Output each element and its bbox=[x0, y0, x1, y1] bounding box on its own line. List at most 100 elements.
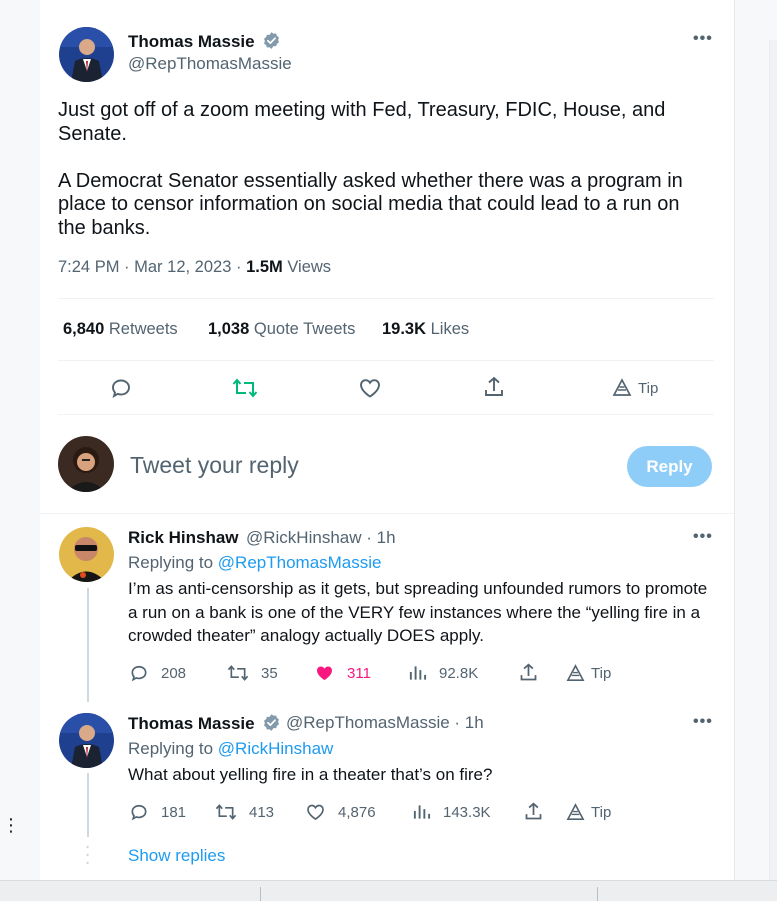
meta-separator: · bbox=[124, 258, 135, 276]
tweet-text-paragraph-2: A Democrat Senator essentially asked whe… bbox=[58, 169, 683, 239]
user-avatar-image bbox=[58, 436, 114, 492]
retweet-button[interactable] bbox=[232, 376, 258, 405]
reply-1-like-button[interactable]: 311 bbox=[314, 663, 371, 683]
views-count: 92.8K bbox=[439, 664, 479, 682]
tip-button[interactable]: Tip bbox=[612, 378, 658, 398]
reply-2-tip-button[interactable]: Tip bbox=[566, 803, 611, 822]
reply-input[interactable]: Tweet your reply bbox=[130, 452, 299, 479]
verified-badge-icon bbox=[264, 714, 280, 731]
replying-to-link[interactable]: @RepThomasMassie bbox=[218, 553, 382, 572]
share-button[interactable] bbox=[482, 375, 506, 404]
divider bbox=[58, 298, 714, 299]
heart-icon bbox=[360, 379, 380, 398]
reply-count: 181 bbox=[161, 803, 187, 821]
tip-icon bbox=[566, 664, 585, 681]
more-options-icon[interactable]: ••• bbox=[693, 30, 713, 48]
like-button[interactable] bbox=[358, 376, 382, 405]
quote-tweets-stat[interactable]: 1,038 Quote Tweets bbox=[208, 320, 355, 339]
reply-2-handle[interactable]: @RepThomasMassie · 1h bbox=[286, 713, 484, 733]
tweet-date[interactable]: Mar 12, 2023 bbox=[134, 258, 231, 276]
reply-1-tip-button[interactable]: Tip bbox=[566, 664, 611, 683]
quotes-count: 1,038 bbox=[208, 320, 250, 338]
thread-line bbox=[87, 773, 89, 837]
tweet-text-paragraph-1: Just got off of a zoom meeting with Fed,… bbox=[58, 99, 666, 145]
reply-icon bbox=[131, 665, 147, 682]
likes-stat[interactable]: 19.3K Likes bbox=[382, 320, 469, 339]
user-avatar[interactable] bbox=[58, 436, 114, 492]
share-icon bbox=[520, 663, 537, 681]
reply-2-name[interactable]: Thomas Massie bbox=[128, 713, 281, 734]
reply-2-avatar[interactable] bbox=[59, 713, 114, 768]
author-handle[interactable]: @RepThomasMassie bbox=[128, 54, 292, 74]
reply-1-name[interactable]: Rick Hinshaw bbox=[128, 528, 239, 548]
tip-label: Tip bbox=[591, 665, 612, 682]
reply-1-avatar[interactable] bbox=[59, 527, 114, 582]
quotes-label: Quote Tweets bbox=[253, 320, 356, 338]
avatar-image bbox=[59, 27, 114, 82]
reply-2-like-button[interactable]: 4,876 bbox=[305, 802, 376, 822]
views-icon bbox=[413, 805, 431, 819]
reply-icon bbox=[112, 379, 130, 398]
right-sidebar-edge bbox=[769, 40, 777, 880]
retweet-count: 413 bbox=[249, 803, 275, 821]
reply-1-share-button[interactable] bbox=[518, 662, 539, 683]
share-icon bbox=[485, 376, 503, 396]
verified-badge-icon bbox=[264, 32, 280, 49]
author-name-text[interactable]: Thomas Massie bbox=[128, 32, 255, 51]
author-avatar[interactable] bbox=[59, 27, 114, 82]
thread-dots bbox=[86, 845, 89, 865]
reply-2-views-button[interactable]: 143.3K bbox=[412, 802, 491, 822]
retweet-icon bbox=[215, 804, 237, 820]
author-name[interactable]: Thomas Massie bbox=[128, 31, 281, 52]
more-dots-icon[interactable]: ⋮ bbox=[2, 816, 21, 834]
meta-separator: · bbox=[235, 258, 247, 276]
reply-2-replying-to: Replying to @RickHinshaw bbox=[128, 739, 333, 759]
reply-2-avatar-image bbox=[59, 713, 114, 768]
reply-2-more-icon[interactable]: ••• bbox=[693, 713, 713, 731]
reply-1-more-icon[interactable]: ••• bbox=[693, 528, 713, 546]
replying-prefix: Replying to bbox=[128, 553, 214, 572]
reply-2-reply-button[interactable]: 181 bbox=[129, 802, 186, 822]
reply-submit-button[interactable]: Reply bbox=[627, 446, 712, 487]
reply-2-retweet-button[interactable]: 413 bbox=[215, 802, 274, 822]
reply-1-handle[interactable]: @RickHinshaw · 1h bbox=[246, 528, 396, 548]
tweet-time[interactable]: 7:24 PM bbox=[58, 258, 119, 276]
retweet-icon bbox=[227, 665, 249, 681]
reply-1-replying-to: Replying to @RepThomasMassie bbox=[128, 553, 382, 573]
reply-1-text: I’m as anti-censorship as it gets, but s… bbox=[128, 579, 708, 645]
likes-count: 19.3K bbox=[382, 320, 427, 338]
retweet-count: 35 bbox=[261, 664, 278, 682]
right-background-panel bbox=[734, 0, 777, 880]
tip-icon bbox=[612, 378, 632, 396]
tweet-text: Just got off of a zoom meeting with Fed,… bbox=[58, 99, 708, 240]
reply-1-avatar-image bbox=[59, 527, 114, 582]
reply-1-retweet-button[interactable]: 35 bbox=[227, 663, 278, 683]
like-count: 4,876 bbox=[338, 803, 376, 821]
tip-label: Tip bbox=[591, 804, 612, 821]
divider bbox=[40, 513, 734, 514]
reply-count: 208 bbox=[161, 664, 187, 682]
divider bbox=[58, 414, 714, 415]
reply-2-share-button[interactable] bbox=[523, 801, 544, 822]
heart-icon bbox=[307, 804, 324, 821]
bottom-bar bbox=[0, 880, 777, 901]
bar-divider bbox=[260, 887, 261, 901]
views-count: 1.5M bbox=[246, 258, 283, 276]
reply-1-reply-button[interactable]: 208 bbox=[129, 663, 186, 683]
replying-prefix: Replying to bbox=[128, 739, 214, 758]
reply-icon bbox=[131, 804, 147, 821]
reply-1-views-button[interactable]: 92.8K bbox=[408, 663, 478, 683]
tip-icon bbox=[566, 803, 585, 820]
reply-button[interactable] bbox=[109, 376, 133, 405]
retweet-icon bbox=[232, 378, 258, 398]
retweets-label: Retweets bbox=[108, 320, 178, 338]
views-label: Views bbox=[287, 258, 332, 276]
share-icon bbox=[525, 802, 542, 820]
replying-to-link[interactable]: @RickHinshaw bbox=[218, 739, 334, 758]
retweets-stat[interactable]: 6,840 Retweets bbox=[63, 320, 178, 339]
bar-divider bbox=[597, 887, 598, 901]
tweet-meta: 7:24 PM · Mar 12, 2023 · 1.5M Views bbox=[58, 258, 331, 277]
reply-2-name-text[interactable]: Thomas Massie bbox=[128, 714, 255, 733]
show-replies-link[interactable]: Show replies bbox=[128, 846, 225, 866]
reply-2-text: What about yelling fire in a theater tha… bbox=[128, 765, 493, 784]
